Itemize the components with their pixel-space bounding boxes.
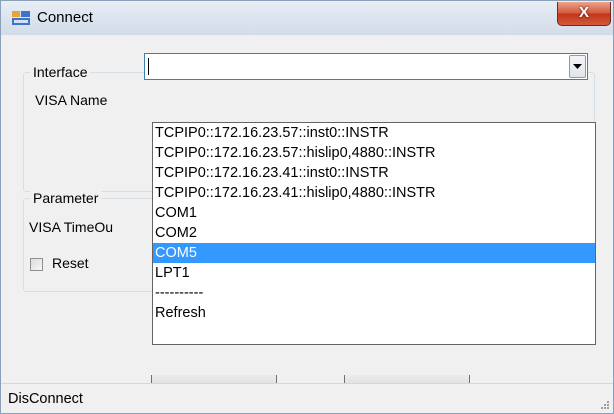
resize-grip-icon[interactable]: [600, 400, 610, 410]
reset-checkbox[interactable]: [30, 258, 43, 271]
visa-timeout-label: VISA TimeOu: [29, 219, 114, 235]
dropdown-item[interactable]: TCPIP0::172.16.23.57::hislip0,4880::INST…: [153, 143, 595, 163]
dropdown-item[interactable]: TCPIP0::172.16.23.41::inst0::INSTR: [153, 163, 595, 183]
chevron-down-icon: [573, 64, 582, 69]
status-bar: DisConnect: [1, 383, 613, 413]
parameter-legend: Parameter: [30, 190, 102, 206]
connect-dialog: Connect X Interface VISA Name Parameter …: [0, 0, 614, 414]
dropdown-item[interactable]: COM2: [153, 223, 595, 243]
status-text: DisConnect: [8, 391, 83, 407]
dropdown-item[interactable]: TCPIP0::172.16.23.57::inst0::INSTR: [153, 123, 595, 143]
text-caret: [148, 58, 149, 75]
close-icon: X: [578, 4, 589, 21]
title-bar[interactable]: Connect X: [1, 1, 613, 35]
app-window-icon: [12, 11, 30, 25]
dropdown-item-refresh[interactable]: Refresh: [153, 303, 595, 323]
dropdown-separator: ----------: [155, 285, 204, 301]
interface-legend: Interface: [30, 64, 91, 80]
dropdown-item[interactable]: TCPIP0::172.16.23.41::hislip0,4880::INST…: [153, 183, 595, 203]
dropdown-item-selected[interactable]: COM5: [153, 243, 595, 263]
close-button[interactable]: X: [557, 2, 611, 26]
dropdown-item[interactable]: LPT1: [153, 263, 595, 283]
visa-name-label: VISA Name: [35, 92, 108, 108]
dropdown-item[interactable]: COM1: [153, 203, 595, 223]
visa-name-combobox[interactable]: [144, 53, 588, 80]
reset-label[interactable]: Reset: [52, 255, 89, 271]
dropdown-arrow-button[interactable]: [569, 55, 586, 78]
visa-name-dropdown-list[interactable]: TCPIP0::172.16.23.57::inst0::INSTR TCPIP…: [152, 122, 596, 345]
window-title: Connect: [37, 9, 93, 26]
